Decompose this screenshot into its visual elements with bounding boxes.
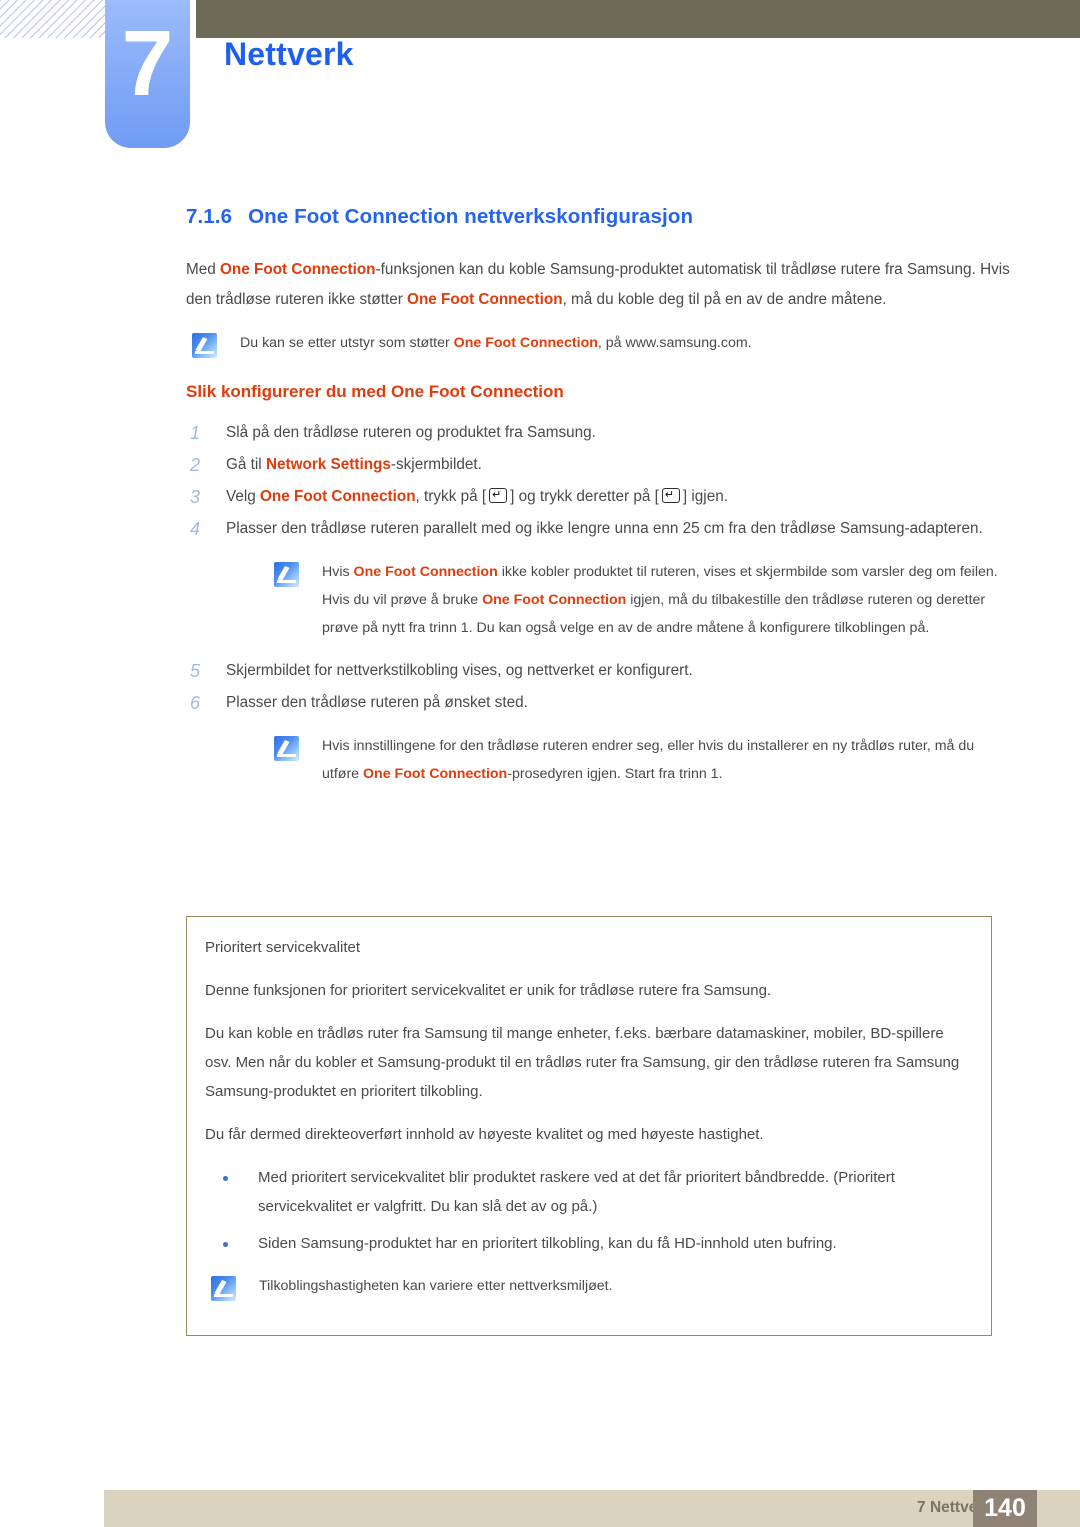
intro-part3: , må du koble deg til på en av de andre … — [562, 291, 887, 308]
section-heading: 7.1.6 One Foot Connection nettverkskonfig… — [186, 205, 1014, 229]
note-block-3: Hvis innstillingene for den trådløse rut… — [186, 732, 1014, 788]
chapter-badge: 7 — [105, 0, 190, 148]
qos-note-block: Tilkoblingshastigheten kan variere etter… — [205, 1272, 969, 1301]
list-item: 6 Plasser den trådløse ruteren på ønsket… — [186, 688, 1014, 718]
qos-info-box: Prioritert servicekvalitet Denne funksjo… — [186, 916, 992, 1336]
header-olive-bar — [196, 0, 1080, 38]
step-2-part2: -skjermbildet. — [390, 456, 482, 473]
list-item: 3 Velg One Foot Connection, trykk på [↵]… — [186, 482, 1014, 512]
qos-line-3: Du får dermed direkteoverført innhold av… — [205, 1126, 764, 1143]
sub-heading: Slik konfigurerer du med One Foot Connec… — [186, 382, 564, 401]
enter-key-icon: ↵ — [487, 488, 509, 503]
footer-page-number: 140 — [984, 1494, 1026, 1522]
step-text: Skjermbildet for nettverkstilkobling vis… — [214, 656, 693, 686]
note-block-1: Du kan se etter utstyr som støtter One F… — [186, 329, 1014, 358]
note-block-2: Hvis One Foot Connection ikke kobler pro… — [186, 558, 1014, 642]
qos-note-text: Tilkoblingshastigheten kan variere etter… — [259, 1278, 613, 1294]
step-text: Gå til Network Settings-skjermbildet. — [214, 450, 482, 480]
chapter-title: Nettverk — [224, 36, 354, 72]
intro-keyword-2: One Foot Connection — [407, 291, 563, 308]
note-pencil-icon — [192, 333, 217, 358]
step-3-keyword: One Foot Connection — [260, 488, 416, 505]
list-item: Med prioritert servicekvalitet blir prod… — [205, 1163, 969, 1221]
list-item: 2 Gå til Network Settings-skjermbildet. — [186, 450, 1014, 480]
list-item: 5 Skjermbildet for nettverkstilkobling v… — [186, 656, 1014, 686]
step-3-part1: Velg — [226, 488, 261, 505]
list-item: 4 Plasser den trådløse ruteren parallelt… — [186, 514, 1014, 544]
step-3-part3: ] og trykk deretter på [ — [510, 488, 659, 505]
note-2-part1: Hvis — [322, 564, 354, 580]
qos-bullet-text: Siden Samsung-produktet har en prioriter… — [258, 1235, 837, 1252]
note-2-keyword-2: One Foot Connection — [482, 592, 627, 608]
note-2-text: Hvis One Foot Connection ikke kobler pro… — [322, 558, 1014, 642]
qos-title: Prioritert servicekvalitet — [205, 939, 361, 956]
note-pencil-icon — [274, 736, 299, 761]
note-1-keyword: One Foot Connection — [453, 335, 598, 351]
step-2-keyword: Network Settings — [265, 456, 391, 473]
note-3-text: Hvis innstillingene for den trådløse rut… — [322, 732, 1014, 788]
note-1-part2: , på www.samsung.com. — [597, 335, 752, 351]
enter-key-icon: ↵ — [660, 488, 682, 503]
step-number: 5 — [190, 661, 201, 681]
step-list-continued: 5 Skjermbildet for nettverkstilkobling v… — [186, 656, 1014, 718]
note-3-part2: -prosedyren igjen. Start fra trinn 1. — [507, 766, 723, 782]
bullet-dot-icon — [223, 1242, 228, 1247]
step-number: 2 — [190, 455, 201, 475]
step-6-part1: Plasser den trådløse ruteren på ønsket s… — [226, 694, 528, 711]
note-1-text: Du kan se etter utstyr som støtter One F… — [240, 329, 752, 357]
list-item: Siden Samsung-produktet har en prioriter… — [205, 1229, 969, 1258]
section-title: One Foot Connection nettverkskonfigurasj… — [248, 205, 694, 228]
qos-bullet-list: Med prioritert servicekvalitet blir prod… — [205, 1163, 969, 1258]
step-text: Slå på den trådløse ruteren og produktet… — [214, 418, 596, 448]
page-content: 7.1.6 One Foot Connection nettverkskonfig… — [186, 205, 1014, 802]
step-list: 1 Slå på den trådløse ruteren og produkt… — [186, 418, 1014, 544]
step-number: 6 — [190, 693, 201, 713]
intro-keyword-1: One Foot Connection — [220, 261, 376, 278]
qos-line-1: Denne funksjonen for prioritert servicek… — [205, 982, 772, 999]
step-text: Plasser den trådløse ruteren parallelt m… — [214, 514, 983, 544]
section-number: 7.1.6 — [186, 205, 233, 228]
step-text: Plasser den trådløse ruteren på ønsket s… — [214, 688, 528, 718]
step-1-part1: Slå på den trådløse ruteren og produktet… — [226, 424, 596, 441]
list-item: 1 Slå på den trådløse ruteren og produkt… — [186, 418, 1014, 448]
intro-part1: Med — [186, 261, 221, 278]
note-pencil-icon — [274, 562, 299, 587]
step-number: 3 — [190, 487, 201, 507]
chapter-number: 7 — [121, 11, 174, 115]
qos-bullet-text: Med prioritert servicekvalitet blir prod… — [258, 1169, 895, 1215]
step-number: 4 — [190, 519, 201, 539]
intro-paragraph: Med One Foot Connection-funksjonen kan d… — [186, 255, 1014, 315]
header-hatch-decoration — [0, 0, 110, 38]
note-pencil-icon — [211, 1276, 236, 1301]
step-3-part4: ] igjen. — [682, 488, 728, 505]
qos-line-2: Du kan koble en trådløs ruter fra Samsun… — [205, 1025, 960, 1100]
step-number: 1 — [190, 423, 201, 443]
step-2-part1: Gå til — [226, 456, 266, 473]
note-1-part1: Du kan se etter utstyr som støtter — [240, 335, 454, 351]
step-3-part2: , trykk på [ — [415, 488, 487, 505]
step-4-part1: Plasser den trådløse ruteren parallelt m… — [226, 520, 983, 537]
step-5-part1: Skjermbildet for nettverkstilkobling vis… — [226, 662, 693, 679]
step-text: Velg One Foot Connection, trykk på [↵] o… — [214, 482, 728, 512]
note-2-keyword-1: One Foot Connection — [353, 564, 498, 580]
bullet-dot-icon — [223, 1176, 228, 1181]
note-3-keyword: One Foot Connection — [363, 766, 508, 782]
